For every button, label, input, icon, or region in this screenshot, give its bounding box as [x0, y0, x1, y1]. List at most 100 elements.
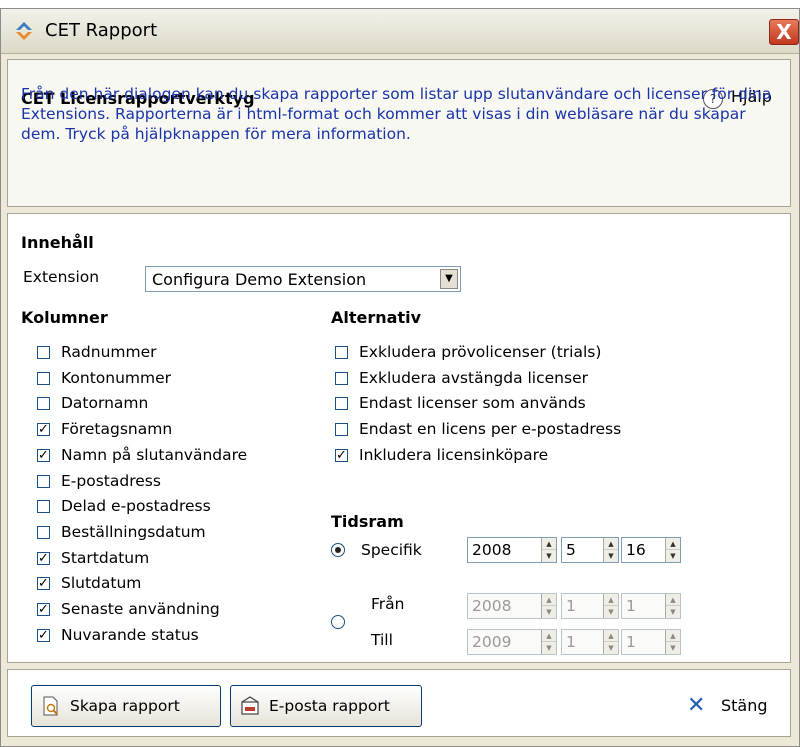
up-arrow-icon[interactable]: ▲	[542, 594, 556, 606]
up-arrow-icon[interactable]: ▲	[666, 538, 680, 550]
spinner-arrows[interactable]: ▲ ▼	[603, 594, 618, 618]
extension-select[interactable]: Configura Demo Extension ▼	[145, 266, 461, 292]
down-arrow-icon[interactable]: ▼	[542, 606, 556, 618]
spinner-arrows[interactable]: ▲ ▼	[541, 538, 556, 562]
checkbox-label[interactable]: Radnummer	[61, 343, 157, 361]
checkbox[interactable]	[335, 423, 348, 437]
email-report-button[interactable]: E-posta rapport	[230, 685, 422, 727]
specific-radio[interactable]	[331, 543, 345, 557]
checkbox-label[interactable]: Endast en licens per e-postadress	[359, 420, 621, 438]
to-month-spinner[interactable]: 1 ▲ ▼	[561, 629, 619, 655]
spinner-arrows[interactable]: ▲ ▼	[665, 594, 680, 618]
checkbox[interactable]	[37, 371, 50, 385]
up-arrow-icon[interactable]: ▲	[604, 594, 618, 606]
create-report-button[interactable]: Skapa rapport	[31, 685, 221, 727]
to-year-value: 2009	[472, 633, 512, 651]
title-bar[interactable]: CET Rapport X	[1, 9, 799, 54]
window-close-button[interactable]: X	[769, 19, 799, 45]
from-year-spinner[interactable]: 2008 ▲ ▼	[467, 593, 557, 619]
spinner-arrows[interactable]: ▲ ▼	[603, 630, 618, 654]
from-year-value: 2008	[472, 597, 512, 615]
checkbox-label[interactable]: Inkludera licensinköpare	[359, 446, 548, 464]
checkbox[interactable]: ✓	[37, 603, 50, 616]
checkbox-label[interactable]: Delad e-postadress	[61, 497, 211, 515]
checkbox[interactable]	[37, 525, 50, 539]
checkbox-label[interactable]: Senaste användning	[61, 600, 220, 618]
checkbox[interactable]: ✓	[37, 448, 50, 462]
checkbox[interactable]	[37, 500, 50, 514]
to-day-spinner[interactable]: 1 ▲ ▼	[621, 629, 681, 655]
email-report-label: E-posta rapport	[269, 697, 390, 715]
specific-month-value: 5	[566, 541, 576, 559]
spinner-arrows[interactable]: ▲ ▼	[665, 630, 680, 654]
from-month-spinner[interactable]: 1 ▲ ▼	[561, 593, 619, 619]
down-arrow-icon[interactable]: ▼	[604, 550, 618, 562]
create-report-label: Skapa rapport	[70, 697, 180, 715]
checkbox-label[interactable]: Endast licenser som används	[359, 394, 586, 412]
down-arrow-icon[interactable]: ▼	[666, 550, 680, 562]
down-arrow-icon[interactable]: ▼	[604, 606, 618, 618]
content-section-title: Innehåll	[21, 233, 94, 252]
checkbox-label[interactable]: E-postadress	[61, 472, 161, 490]
up-arrow-icon[interactable]: ▲	[666, 630, 680, 642]
specific-day-spinner[interactable]: 16 ▲ ▼	[621, 537, 681, 563]
checkbox[interactable]: ✓	[37, 577, 50, 591]
checkbox-label[interactable]: Nuvarande status	[61, 626, 199, 644]
checkbox[interactable]: ✓	[37, 628, 50, 642]
specific-year-spinner[interactable]: 2008 ▲ ▼	[467, 537, 557, 563]
checkbox[interactable]: ✓	[335, 448, 348, 462]
up-arrow-icon[interactable]: ▲	[604, 538, 618, 550]
extension-select-value: Configura Demo Extension	[152, 270, 367, 289]
specific-label: Specifik	[361, 541, 422, 559]
down-arrow-icon[interactable]: ▼	[604, 642, 618, 654]
down-arrow-icon[interactable]: ▼	[666, 606, 680, 618]
to-label: Till	[371, 631, 393, 649]
spinner-arrows[interactable]: ▲ ▼	[541, 594, 556, 618]
options-title: Alternativ	[331, 308, 422, 327]
to-month-value: 1	[566, 633, 576, 651]
window-title: CET Rapport	[45, 20, 158, 41]
checkbox-label[interactable]: Företagsnamn	[61, 420, 172, 438]
spinner-arrows[interactable]: ▲ ▼	[541, 630, 556, 654]
down-arrow-icon[interactable]: ▼	[542, 550, 556, 562]
checkbox-label[interactable]: Datornamn	[61, 394, 148, 412]
document-magnify-icon	[43, 696, 58, 716]
from-day-value: 1	[626, 597, 636, 615]
checkbox[interactable]	[37, 346, 50, 359]
app-icon	[16, 22, 32, 40]
checkbox-label[interactable]: Startdatum	[61, 549, 149, 567]
checkbox-label[interactable]: Exkludera avstängda licenser	[359, 369, 588, 387]
checkbox-label[interactable]: Exkludera prövolicenser (trials)	[359, 343, 601, 361]
up-arrow-icon[interactable]: ▲	[604, 630, 618, 642]
checkbox[interactable]	[335, 346, 348, 359]
spinner-arrows[interactable]: ▲ ▼	[665, 538, 680, 562]
down-arrow-icon[interactable]: ▼	[666, 642, 680, 654]
up-arrow-icon[interactable]: ▲	[666, 594, 680, 606]
checkbox[interactable]	[335, 397, 348, 411]
to-year-spinner[interactable]: 2009 ▲ ▼	[467, 629, 557, 655]
range-radio[interactable]	[331, 615, 345, 629]
spinner-arrows[interactable]: ▲ ▼	[603, 538, 618, 562]
checkbox-label[interactable]: Slutdatum	[61, 574, 141, 592]
up-arrow-icon[interactable]: ▲	[542, 630, 556, 642]
specific-day-value: 16	[626, 541, 646, 559]
from-label: Från	[371, 595, 405, 613]
specific-year-value: 2008	[472, 541, 512, 559]
chevron-down-icon[interactable]: ▼	[440, 269, 458, 289]
checkbox-label[interactable]: Beställningsdatum	[61, 523, 206, 541]
extension-label: Extension	[23, 268, 100, 286]
close-x-icon: ✕	[687, 693, 706, 718]
specific-month-spinner[interactable]: 5 ▲ ▼	[561, 537, 619, 563]
checkbox-label[interactable]: Namn på slutanvändare	[61, 446, 247, 464]
checkbox[interactable]	[335, 371, 348, 385]
from-month-value: 1	[566, 597, 576, 615]
close-button[interactable]: ✕ Stäng	[687, 693, 787, 721]
checkbox[interactable]: ✓	[37, 551, 50, 565]
down-arrow-icon[interactable]: ▼	[542, 642, 556, 654]
checkbox[interactable]	[37, 397, 50, 411]
checkbox-label[interactable]: Kontonummer	[61, 369, 171, 387]
checkbox[interactable]: ✓	[37, 423, 50, 437]
up-arrow-icon[interactable]: ▲	[542, 538, 556, 550]
from-day-spinner[interactable]: 1 ▲ ▼	[621, 593, 681, 619]
checkbox[interactable]	[37, 474, 50, 488]
